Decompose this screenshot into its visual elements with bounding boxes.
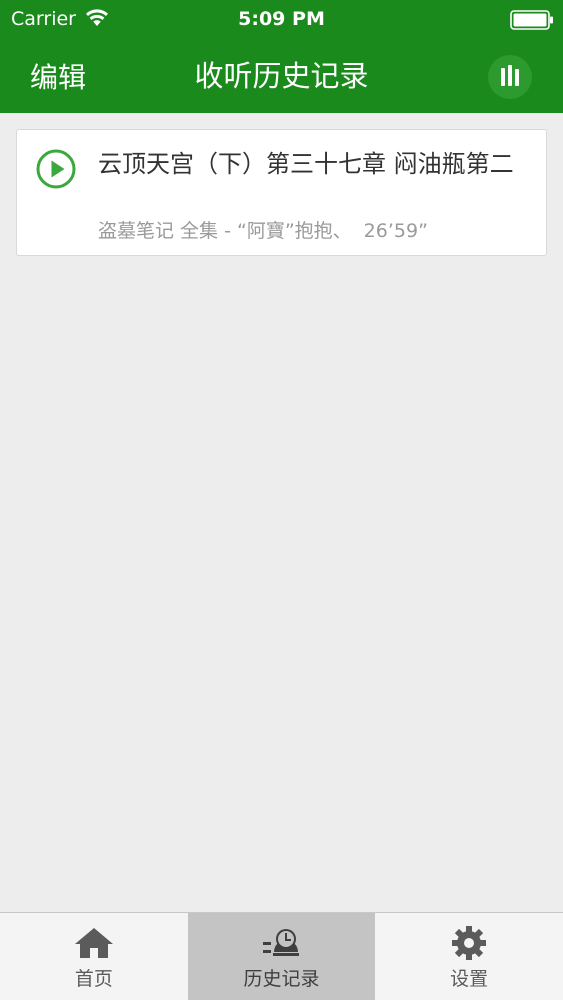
home-icon [74,928,113,958]
history-list-item[interactable]: 云顶天宫（下）第三十七章 闷油瓶第二 盗墓笔记 全集 - “阿寶”抱抱、 26’5… [16,129,547,256]
tab-home-label: 首页 [74,968,113,990]
page-title: 收听历史记录 [194,59,369,93]
tab-bar: 首页 历史记录 设置 [0,912,563,1000]
gear-icon [452,926,487,960]
episode-title: 云顶天宫（下）第三十七章 闷油瓶第二 [98,150,514,178]
play-circle-icon[interactable] [35,148,77,190]
tab-settings[interactable]: 设置 [375,913,563,1000]
status-time: 5:09 PM [238,8,325,30]
episode-duration: 26’59” [363,220,428,242]
tab-home[interactable]: 首页 [0,913,188,1000]
history-icon [262,929,299,956]
now-playing-button[interactable] [488,55,532,99]
tab-settings-label: 设置 [450,968,489,990]
equalizer-bars-icon [501,65,519,86]
album-name: 盗墓笔记 全集 - “阿寶”抱抱、 [98,220,352,242]
episode-meta: 盗墓笔记 全集 - “阿寶”抱抱、 26’59” [98,218,428,244]
nav-bar: 编辑 收听历史记录 [0,40,563,113]
tab-history-label: 历史记录 [243,968,320,990]
tab-history[interactable]: 历史记录 [187,913,376,1000]
screen: Carrier 5:09 PM 编辑 收听历史记录 云顶天宫（下）第三十七章 闷… [0,0,563,1000]
status-bar: Carrier 5:09 PM [0,0,563,40]
battery-icon [510,10,553,30]
